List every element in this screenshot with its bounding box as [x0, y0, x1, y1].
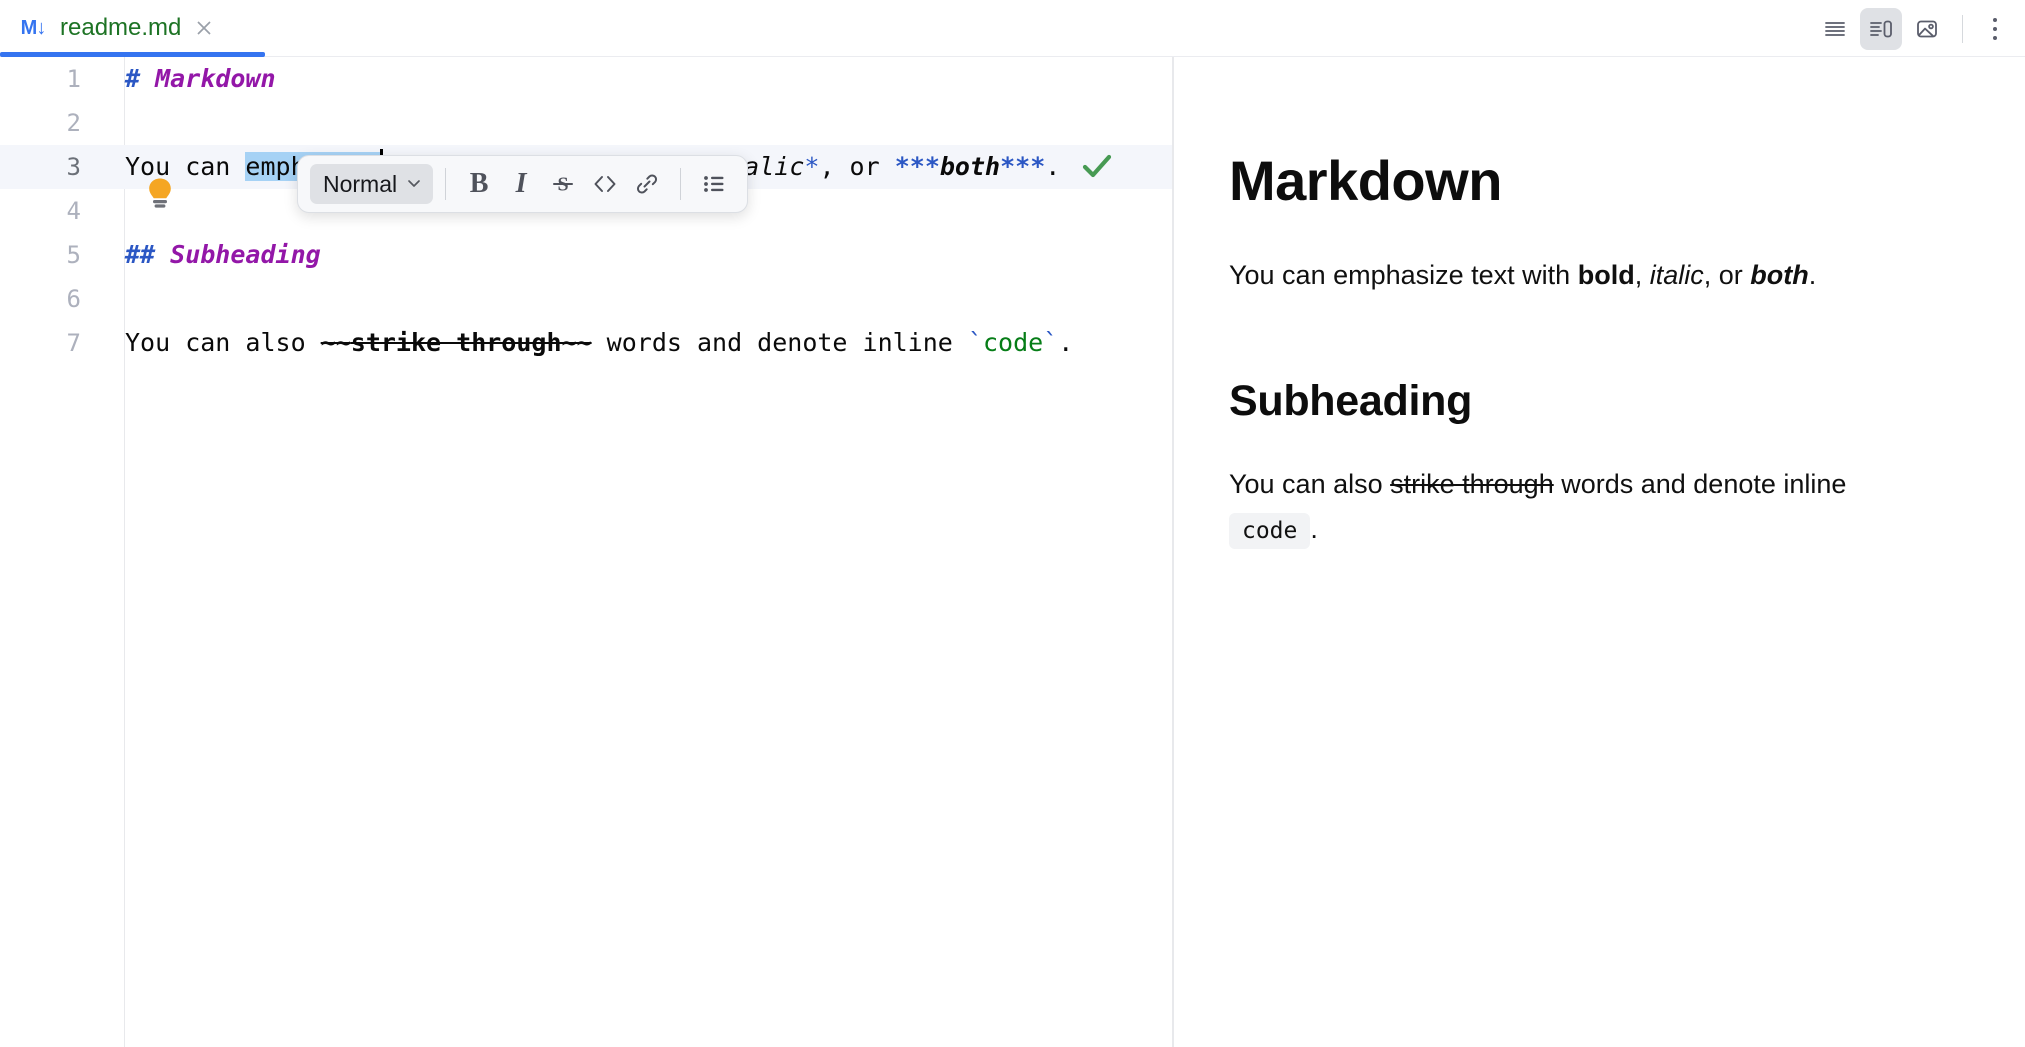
tab-bar: M↓ readme.md — [0, 0, 2025, 57]
preview-inline-code: code — [1229, 513, 1310, 549]
text-run: You can emphasize text with — [1229, 260, 1578, 290]
bullet-list-button[interactable] — [693, 163, 735, 205]
preview-paragraph-1: You can emphasize text with bold, italic… — [1229, 253, 1935, 298]
preview-image-icon[interactable] — [1906, 8, 1948, 50]
lightbulb-icon[interactable] — [145, 177, 175, 211]
strike-marker-close: ~~ — [562, 328, 592, 357]
chevron-down-icon — [405, 171, 423, 198]
preview-paragraph-2: You can also strike through words and de… — [1229, 462, 1935, 554]
preview-italic: italic — [1650, 260, 1704, 290]
more-options-icon[interactable] — [1977, 8, 2013, 50]
code-line[interactable]: 6 — [0, 277, 1172, 321]
format-toolbar-divider — [680, 168, 681, 200]
preview-strikethrough: strike through — [1390, 469, 1554, 499]
code-marker-close: ` — [1043, 328, 1058, 357]
toolbar-divider — [1962, 15, 1963, 43]
editor-view-toolbar — [1814, 0, 2013, 57]
tab-title: readme.md — [60, 14, 181, 42]
line-content[interactable]: # Markdown — [103, 57, 1172, 101]
heading-text: Markdown — [155, 64, 275, 93]
text-run: You can — [125, 152, 245, 181]
editor-preview-split: 1 # Markdown 2 3 You can emphasize text … — [0, 57, 2025, 1047]
text-run: You can also — [125, 328, 321, 357]
text-run: . — [1045, 152, 1060, 181]
markdown-editor-pane[interactable]: 1 # Markdown 2 3 You can emphasize text … — [0, 57, 1172, 1047]
text-run: words and denote inline — [1554, 469, 1847, 499]
inline-code-text: code — [983, 328, 1043, 357]
line-number: 2 — [0, 101, 103, 145]
text-run: You can also — [1229, 469, 1390, 499]
italic-button[interactable]: I — [500, 163, 542, 205]
link-button[interactable] — [626, 163, 668, 205]
italic-marker-close: * — [804, 152, 819, 181]
floating-format-toolbar[interactable]: Normal B I S — [297, 155, 748, 213]
split-view-icon[interactable] — [1860, 8, 1902, 50]
editor-tab-readme-md[interactable]: M↓ readme.md — [0, 0, 235, 57]
heading-marker: # — [125, 64, 155, 93]
line-number: 4 — [0, 189, 103, 233]
preview-heading-2: Subheading — [1229, 376, 1935, 428]
code-line[interactable]: 5 ## Subheading — [0, 233, 1172, 277]
text-run: , or — [1704, 260, 1751, 290]
strike-text: strike through — [351, 328, 562, 357]
heading-marker: ## — [125, 240, 170, 269]
markdown-file-icon: M↓ — [16, 16, 50, 40]
no-problems-check-icon[interactable] — [1080, 149, 1114, 183]
active-tab-indicator — [0, 52, 265, 57]
code-marker-open: ` — [968, 328, 983, 357]
paragraph-style-select[interactable]: Normal — [310, 164, 433, 204]
line-number: 1 — [0, 57, 103, 101]
line-number: 7 — [0, 321, 103, 365]
text-run: , — [1635, 260, 1650, 290]
line-content[interactable]: You can also ~~strike through~~ words an… — [103, 321, 1172, 365]
markdown-preview-pane: Markdown You can emphasize text with bol… — [1174, 57, 2025, 1047]
preview-heading-1: Markdown — [1229, 149, 1935, 213]
code-line[interactable]: 2 — [0, 101, 1172, 145]
code-line[interactable]: 7 You can also ~~strike through~~ words … — [0, 321, 1172, 365]
close-icon[interactable] — [191, 15, 217, 41]
paragraph-style-value: Normal — [323, 171, 397, 198]
text-run: . — [1809, 260, 1817, 290]
text-run: . — [1058, 328, 1073, 357]
bolditalic-text: both — [940, 152, 1000, 181]
heading-text: Subheading — [170, 240, 321, 269]
line-content[interactable]: ## Subheading — [103, 233, 1172, 277]
preview-bold-italic: both — [1750, 260, 1808, 290]
bolditalic-marker-close: *** — [1000, 152, 1045, 181]
editor-only-view-icon[interactable] — [1814, 8, 1856, 50]
code-line[interactable]: 1 # Markdown — [0, 57, 1172, 101]
preview-bold: bold — [1578, 260, 1635, 290]
line-number: 5 — [0, 233, 103, 277]
line-number: 6 — [0, 277, 103, 321]
text-run: , or — [819, 152, 894, 181]
strikethrough-button[interactable]: S — [542, 163, 584, 205]
text-run: words and denote inline — [592, 328, 968, 357]
bolditalic-marker-open: *** — [895, 152, 940, 181]
line-number: 3 — [0, 145, 103, 189]
format-toolbar-divider — [445, 168, 446, 200]
text-run: . — [1310, 514, 1318, 544]
bold-button[interactable]: B — [458, 163, 500, 205]
strike-marker-open: ~~ — [321, 328, 351, 357]
code-button[interactable] — [584, 163, 626, 205]
